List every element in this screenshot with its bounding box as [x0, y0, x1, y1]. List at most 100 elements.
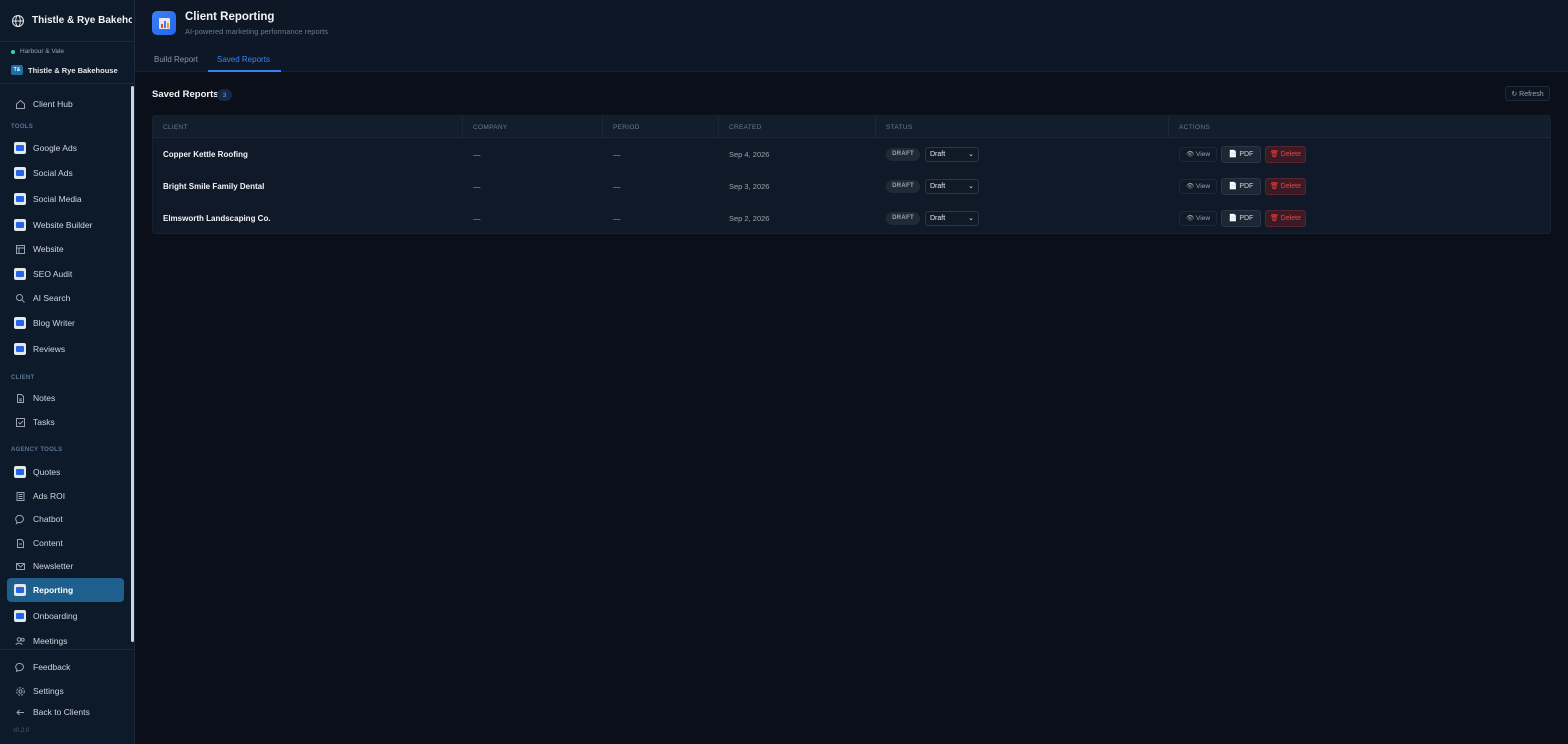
active-tab-indicator: [208, 70, 281, 72]
sidebar-item-onboarding[interactable]: Onboarding: [7, 605, 124, 627]
cell-actions: 👁 View 📄 PDF 🗑 Delete: [1169, 170, 1306, 202]
status-select-value: Draft: [930, 150, 946, 158]
refresh-button[interactable]: ↻ Refresh: [1505, 86, 1550, 101]
pdf-button[interactable]: 📄 PDF: [1221, 145, 1261, 163]
column-header-company: COMPANY: [463, 116, 603, 138]
sidebar-item-quotes[interactable]: Quotes: [7, 461, 124, 483]
chevron-down-icon: ⌄: [968, 215, 974, 222]
section-title: Saved Reports: [152, 89, 219, 100]
sidebar-item-label: Reporting: [33, 585, 74, 595]
sidebar-item-label: SEO Audit: [33, 269, 73, 279]
sidebar-item-label: Blog Writer: [33, 318, 75, 328]
divider: [0, 649, 134, 650]
sidebar-item-website[interactable]: Website: [7, 238, 124, 260]
status-select-value: Draft: [930, 214, 946, 222]
cell-period: —: [613, 149, 621, 159]
sidebar-item-label: Feedback: [33, 662, 71, 672]
column-header-client: CLIENT: [153, 116, 463, 138]
calculator-icon: [14, 490, 26, 502]
sidebar-item-reviews[interactable]: Reviews: [7, 338, 124, 360]
current-client[interactable]: T& Thistle & Rye Bakehouse: [11, 65, 118, 75]
sidebar-item-settings[interactable]: Settings: [7, 680, 124, 702]
column-header-actions: ACTIONS: [1179, 123, 1210, 131]
sidebar-item-label: Notes: [33, 393, 56, 403]
status-select[interactable]: Draft ⌄: [925, 178, 979, 194]
delete-button[interactable]: 🗑 Delete: [1265, 145, 1306, 163]
brand-header[interactable]: Thistle & Rye Bakehouse: [0, 0, 134, 42]
sidebar-item-newsletter[interactable]: Newsletter: [7, 555, 124, 577]
cell-created: Sep 2, 2026: [729, 213, 770, 223]
view-button[interactable]: 👁 View: [1179, 178, 1217, 194]
sidebar-item-content[interactable]: Content: [7, 532, 124, 554]
page-title: Client Reporting: [185, 11, 275, 23]
sidebar-scrollbar[interactable]: [131, 86, 134, 642]
sidebar-item-label: Chatbot: [33, 514, 63, 524]
cell-actions: 👁 View 📄 PDF 🗑 Delete: [1169, 202, 1306, 233]
tab-saved-reports[interactable]: Saved Reports: [217, 55, 270, 64]
document-icon: [14, 537, 26, 549]
cell-company: —: [473, 213, 481, 223]
status-badge: DRAFT: [886, 211, 920, 225]
pdf-button[interactable]: 📄 PDF: [1221, 177, 1261, 195]
sidebar-item-label: Newsletter: [33, 561, 74, 571]
status-badge: DRAFT: [886, 147, 920, 161]
cell-period: —: [613, 181, 621, 191]
chat-bubble-icon: [14, 661, 26, 673]
sidebar-item-label: Website: [33, 244, 64, 254]
delete-button[interactable]: 🗑 Delete: [1265, 177, 1306, 195]
pdf-button[interactable]: 📄 PDF: [1221, 209, 1261, 227]
layout-icon: [14, 243, 26, 255]
sidebar-item-label: Reviews: [33, 344, 66, 354]
sidebar-item-label: Back to Clients: [33, 707, 90, 717]
section-tools: TOOLS: [11, 124, 34, 130]
checkbox-icon: [14, 416, 26, 428]
google-ads-icon: [14, 142, 26, 154]
sidebar-item-blog-writer[interactable]: Blog Writer: [7, 312, 124, 334]
sidebar-item-label: AI Search: [33, 293, 71, 303]
sidebar-item-label: Settings: [33, 686, 64, 696]
cell-status: DRAFT Draft ⌄: [876, 202, 979, 233]
reporting-icon: [14, 584, 26, 596]
section-client: CLIENT: [11, 375, 35, 381]
status-select[interactable]: Draft ⌄: [925, 210, 979, 226]
table-header: CLIENT COMPANY PERIOD CREATED STATUS ACT…: [153, 116, 1550, 138]
gear-icon: [14, 685, 26, 697]
sidebar-item-label: Google Ads: [33, 143, 77, 153]
sidebar-item-label: Onboarding: [33, 611, 78, 621]
social-media-icon: [14, 193, 26, 205]
sidebar-item-reporting[interactable]: Reporting: [7, 578, 124, 602]
sidebar-item-ai-search[interactable]: AI Search: [7, 287, 124, 309]
sidebar-item-client-hub[interactable]: Client Hub: [7, 93, 124, 115]
agency-label: Harbour & Vale: [11, 48, 64, 55]
sidebar-item-ads-roi[interactable]: Ads ROI: [7, 485, 124, 507]
cell-company: —: [473, 181, 481, 191]
tab-build-report[interactable]: Build Report: [154, 55, 198, 64]
chevron-down-icon: ⌄: [968, 151, 974, 158]
sidebar-item-notes[interactable]: Notes: [7, 387, 124, 409]
brand-name: Thistle & Rye Bakehouse: [32, 15, 132, 26]
column-header-period: PERIOD: [603, 116, 719, 138]
sidebar-item-label: Website Builder: [33, 220, 93, 230]
sidebar-item-website-builder[interactable]: Website Builder: [7, 214, 124, 236]
sidebar-item-seo-audit[interactable]: SEO Audit: [7, 263, 124, 285]
status-select[interactable]: Draft ⌄: [925, 146, 979, 162]
page-header: Client Reporting AI-powered marketing pe…: [135, 0, 1568, 72]
divider: [0, 83, 134, 84]
sidebar-item-google-ads[interactable]: Google Ads: [7, 137, 124, 159]
sidebar-item-back-to-clients[interactable]: Back to Clients: [7, 701, 124, 723]
agency-name: Harbour & Vale: [20, 48, 64, 55]
sidebar-item-feedback[interactable]: Feedback: [7, 656, 124, 678]
sidebar-item-chatbot[interactable]: Chatbot: [7, 508, 124, 530]
sidebar-item-tasks[interactable]: Tasks: [7, 411, 124, 433]
sidebar-item-social-media[interactable]: Social Media: [7, 188, 124, 210]
sidebar-item-social-ads[interactable]: Social Ads: [7, 162, 124, 184]
sidebar-item-label: Content: [33, 538, 63, 548]
view-button[interactable]: 👁 View: [1179, 146, 1217, 162]
delete-button[interactable]: 🗑 Delete: [1265, 209, 1306, 227]
social-ads-icon: [14, 167, 26, 179]
view-button[interactable]: 👁 View: [1179, 210, 1217, 226]
count-badge: 3: [217, 89, 232, 101]
sidebar-item-label: Quotes: [33, 467, 61, 477]
chat-bubble-icon: [14, 513, 26, 525]
cell-status: DRAFT Draft ⌄: [876, 138, 979, 170]
